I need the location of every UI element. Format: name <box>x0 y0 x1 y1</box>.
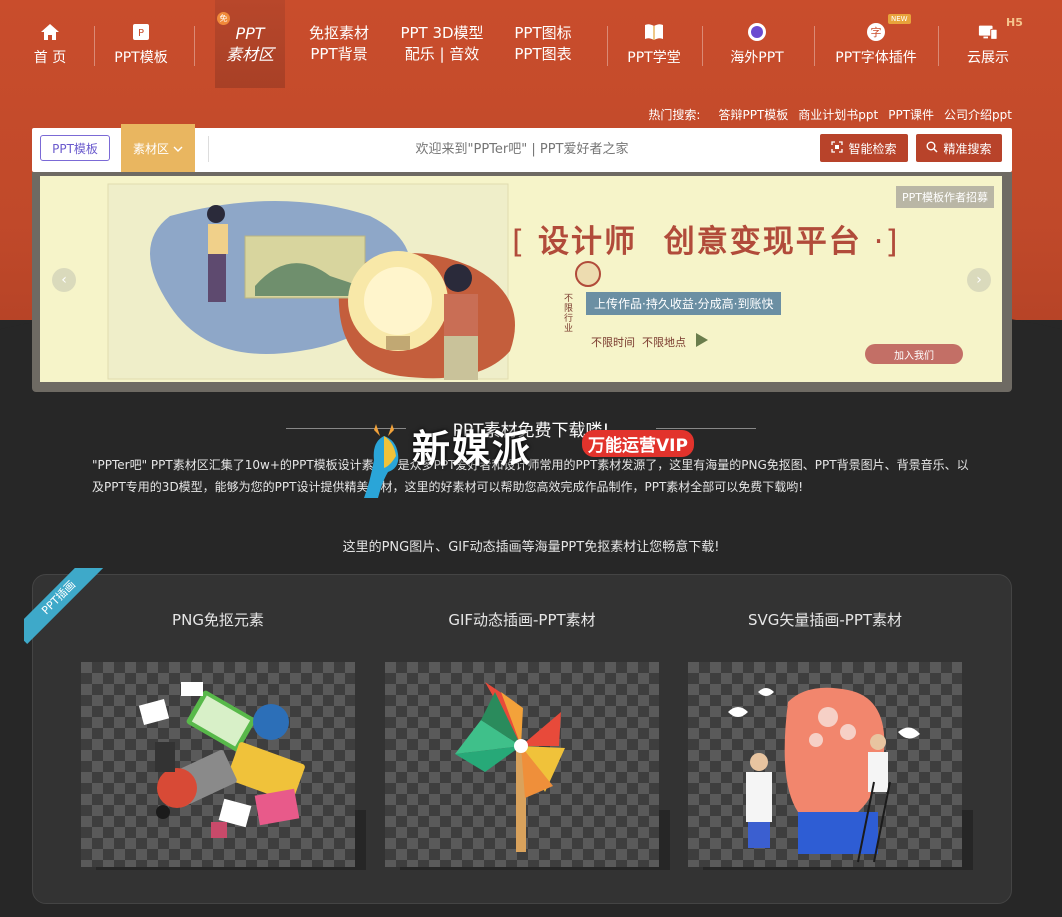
nav-ppt-template[interactable]: P PPT模板 <box>108 0 174 88</box>
hot-search-link[interactable]: PPT课件 <box>888 106 934 123</box>
new-badge: NEW <box>888 14 911 24</box>
nav-3d-music[interactable]: PPT 3D模型 配乐 | 音效 <box>392 0 492 88</box>
ppt-icon: P <box>131 22 151 42</box>
watermark-vip: 万能运营VIP <box>582 430 694 457</box>
card-gif-illustrations[interactable] <box>385 662 659 867</box>
banner-illustration <box>107 183 601 380</box>
promo-banner[interactable]: PPT模板作者招募 [ 设计师 创意变现平台 ·] 不限行业 上传作品·持久收益… <box>40 176 1002 382</box>
top-nav: 首 页 P PPT模板 PPT 素材区 免 免抠素材 PPT背景 PPT 3D模… <box>0 0 1062 88</box>
hot-search: 热门搜索: 答辩PPT模板 商业计划书ppt PPT课件 公司介绍ppt <box>648 106 1012 123</box>
svg-text:P: P <box>138 28 144 39</box>
nav-divider <box>702 26 703 66</box>
banner-vertical-text: 不限行业 <box>564 294 574 334</box>
card-svg-illustrations[interactable] <box>688 662 962 867</box>
intro-text-secondary: 这里的PNG图片、GIF动态插画等海量PPT免抠素材让您畅意下载! <box>342 540 720 555</box>
card-title-png[interactable]: PNG免抠元素 <box>81 609 355 630</box>
home-icon <box>40 22 60 42</box>
tab-ppt-template[interactable]: PPT模板 <box>40 135 110 161</box>
nav-divider <box>194 26 195 66</box>
nav-divider <box>94 26 95 66</box>
hot-search-label: 热门搜索: <box>648 108 701 122</box>
nav-cloud-display[interactable]: 云展示 <box>956 0 1020 88</box>
desk-items-illustration <box>138 682 305 838</box>
nav-overseas-ppt[interactable]: 海外PPT <box>720 0 794 88</box>
nav-cutout-bg[interactable]: 免抠素材 PPT背景 <box>300 0 378 88</box>
chevron-down-icon <box>173 141 183 155</box>
bracket-left: [ <box>512 224 538 260</box>
nav-font-plugin[interactable]: 字 PPT字体插件 <box>826 0 926 88</box>
free-badge: 免 <box>217 12 230 25</box>
nav-icons-charts[interactable]: PPT图标 PPT图表 <box>506 0 580 88</box>
precise-search-button[interactable]: 精准搜索 <box>916 134 1002 162</box>
search-bar: PPT模板 素材区 智能检索 精准搜索 <box>32 124 1012 172</box>
smart-search-button[interactable]: 智能检索 <box>820 134 908 162</box>
nav-home[interactable]: 首 页 <box>22 0 78 88</box>
hot-search-link[interactable]: 商业计划书ppt <box>798 106 878 123</box>
card-png-elements[interactable] <box>81 662 355 867</box>
bracket-right: ·] <box>861 224 900 260</box>
nav-divider <box>814 26 815 66</box>
banner-tag-place: 不限地点 <box>642 336 686 349</box>
scan-icon <box>831 140 844 156</box>
screen-icon <box>978 22 998 42</box>
watermark-logo-text: 新媒派 <box>412 427 533 471</box>
pinwheel-illustration <box>455 682 565 852</box>
search-input[interactable] <box>232 134 812 164</box>
join-button[interactable]: 加入我们 <box>865 344 963 364</box>
banner-tag-time: 不限时间 <box>591 336 635 349</box>
search-icon <box>926 141 939 156</box>
search-divider <box>208 136 209 162</box>
deer-logo-icon <box>364 424 399 498</box>
card-title-svg[interactable]: SVG矢量插画-PPT素材 <box>688 609 962 630</box>
font-plugin-icon: 字 <box>866 22 886 42</box>
scientist-brain-illustration <box>728 687 920 863</box>
recruit-tag: PPT模板作者招募 <box>896 186 994 208</box>
card-title-gif[interactable]: GIF动态插画-PPT素材 <box>385 609 659 630</box>
banner-next-arrow[interactable]: › <box>967 268 991 292</box>
hot-search-link[interactable]: 公司介绍ppt <box>944 106 1012 123</box>
nav-ppt-school[interactable]: PPT学堂 <box>620 0 688 88</box>
hot-search-link[interactable]: 答辩PPT模板 <box>718 106 788 123</box>
nav-divider <box>938 26 939 66</box>
play-icon <box>696 333 708 347</box>
tab-material-dropdown[interactable]: 素材区 <box>121 124 195 172</box>
h5-badge: H5 <box>1006 16 1023 29</box>
banner-title: [ 设计师 创意变现平台 ·] <box>512 224 900 260</box>
globe-icon <box>747 22 767 42</box>
svg-text:字: 字 <box>871 25 882 39</box>
ribbon: PPT插画 <box>24 568 104 648</box>
book-icon <box>644 22 664 42</box>
nav-divider <box>607 26 608 66</box>
banner-prev-arrow[interactable]: ‹ <box>52 268 76 292</box>
banner-subtitle: 上传作品·持久收益·分成高·到账快 <box>586 292 782 315</box>
